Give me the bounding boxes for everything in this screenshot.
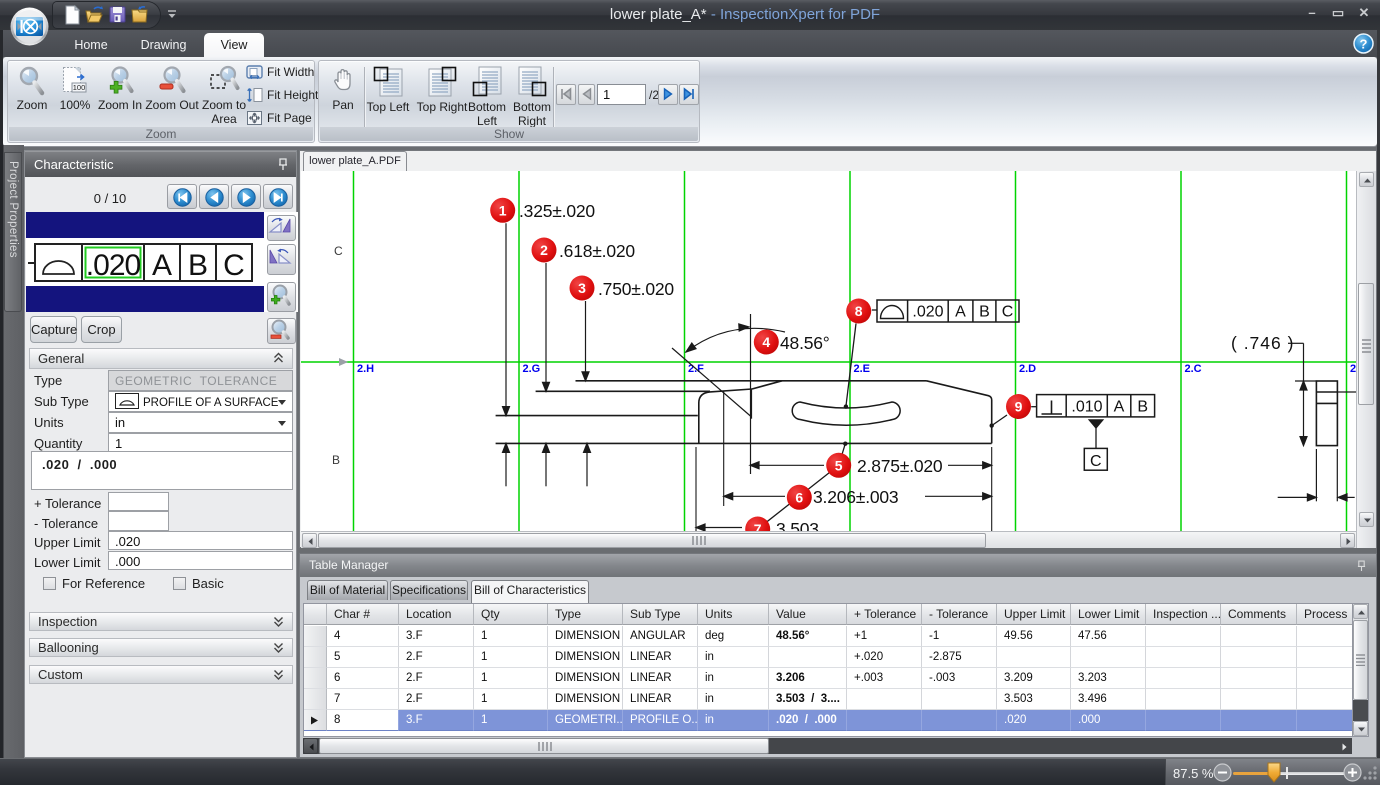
svg-text:2: 2 <box>540 242 548 258</box>
svg-text:C: C <box>1090 453 1102 470</box>
svg-text:.020: .020 <box>86 249 141 282</box>
svg-text:( .746 ): ( .746 ) <box>1231 333 1294 353</box>
svg-text:?: ? <box>1360 37 1368 52</box>
svg-text:5: 5 <box>835 457 843 473</box>
svg-text:3.503: 3.503 <box>776 519 819 531</box>
svg-text:C: C <box>223 249 245 282</box>
svg-text:2.D: 2.D <box>1019 363 1036 375</box>
svg-text:A: A <box>1114 399 1125 416</box>
svg-text:48.56°: 48.56° <box>780 333 830 353</box>
svg-text:.750±.020: .750±.020 <box>598 279 674 299</box>
svg-text:C: C <box>1002 304 1014 321</box>
svg-text:2.H: 2.H <box>357 363 374 375</box>
svg-text:3.206±.003: 3.206±.003 <box>813 487 898 507</box>
svg-text:.020: .020 <box>912 304 943 321</box>
svg-text:4: 4 <box>762 334 770 350</box>
svg-text:C: C <box>334 244 343 258</box>
svg-text:.325±.020: .325±.020 <box>519 201 595 221</box>
svg-text:.010: .010 <box>1071 399 1102 416</box>
svg-text:.618±.020: .618±.020 <box>559 241 635 261</box>
svg-text:2.C: 2.C <box>1185 363 1202 375</box>
svg-text:100: 100 <box>73 83 86 92</box>
svg-text:9: 9 <box>1015 399 1023 415</box>
svg-text:2.E: 2.E <box>854 363 871 375</box>
svg-text:B: B <box>332 453 340 467</box>
svg-text:B: B <box>979 304 990 321</box>
svg-text:3: 3 <box>578 280 586 296</box>
svg-text:8: 8 <box>855 303 863 319</box>
svg-text:2.875±.020: 2.875±.020 <box>857 456 943 476</box>
svg-text:B: B <box>188 249 208 282</box>
svg-text:A: A <box>955 304 966 321</box>
svg-text:2.G: 2.G <box>523 363 541 375</box>
svg-text:A: A <box>152 249 172 282</box>
svg-text:1: 1 <box>499 202 507 218</box>
svg-text:6: 6 <box>795 489 803 505</box>
svg-text:B: B <box>1137 399 1148 416</box>
svg-text:7: 7 <box>754 521 762 531</box>
